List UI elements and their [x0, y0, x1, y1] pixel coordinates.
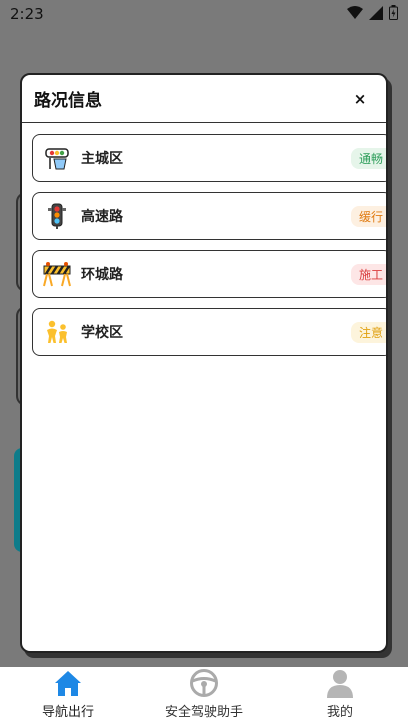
construction-barrier-icon	[43, 260, 71, 288]
status-time: 2:23	[10, 5, 44, 23]
steering-wheel-icon	[188, 667, 220, 699]
wifi-icon	[347, 5, 363, 24]
school-children-icon	[43, 318, 71, 346]
road-item-school[interactable]: 学校区 注意	[32, 308, 386, 356]
person-icon	[324, 667, 356, 699]
home-icon	[52, 667, 84, 699]
status-bar: 2:23	[0, 0, 408, 28]
road-name: 环城路	[81, 267, 123, 283]
nav-item-navigation[interactable]: 导航出行	[0, 667, 136, 725]
status-badge: 缓行	[350, 205, 386, 227]
road-info-dialog: 路况信息 × 主城区 通畅 高速路 缓行 环城路 施工 学校区 注意	[20, 73, 388, 653]
road-name: 主城区	[81, 151, 123, 167]
nav-item-driving-assistant[interactable]: 安全驾驶助手	[136, 667, 272, 725]
road-name: 高速路	[81, 209, 123, 225]
road-item-highway[interactable]: 高速路 缓行	[32, 192, 386, 240]
road-item-ring-road[interactable]: 环城路 施工	[32, 250, 386, 298]
status-badge: 施工	[350, 263, 386, 285]
status-badge: 注意	[350, 321, 386, 343]
status-badge: 通畅	[350, 147, 386, 169]
status-icons	[347, 4, 398, 24]
traffic-light-icon	[43, 202, 71, 230]
battery-icon	[389, 4, 398, 24]
nav-label: 导航出行	[41, 705, 94, 720]
bottom-nav: 导航出行 安全驾驶助手 我的	[0, 667, 408, 725]
city-road-icon	[43, 144, 71, 172]
nav-item-profile[interactable]: 我的	[272, 667, 408, 725]
road-name: 学校区	[81, 325, 123, 341]
nav-label: 安全驾驶助手	[164, 705, 243, 720]
close-button[interactable]: ×	[346, 85, 374, 113]
dialog-title: 路况信息	[34, 91, 102, 111]
nav-label: 我的	[326, 705, 353, 720]
road-item-city[interactable]: 主城区 通畅	[32, 134, 386, 182]
signal-icon	[369, 5, 383, 24]
road-list: 主城区 通畅 高速路 缓行 环城路 施工 学校区 注意	[32, 134, 386, 366]
dialog-header: 路况信息 ×	[22, 75, 386, 123]
